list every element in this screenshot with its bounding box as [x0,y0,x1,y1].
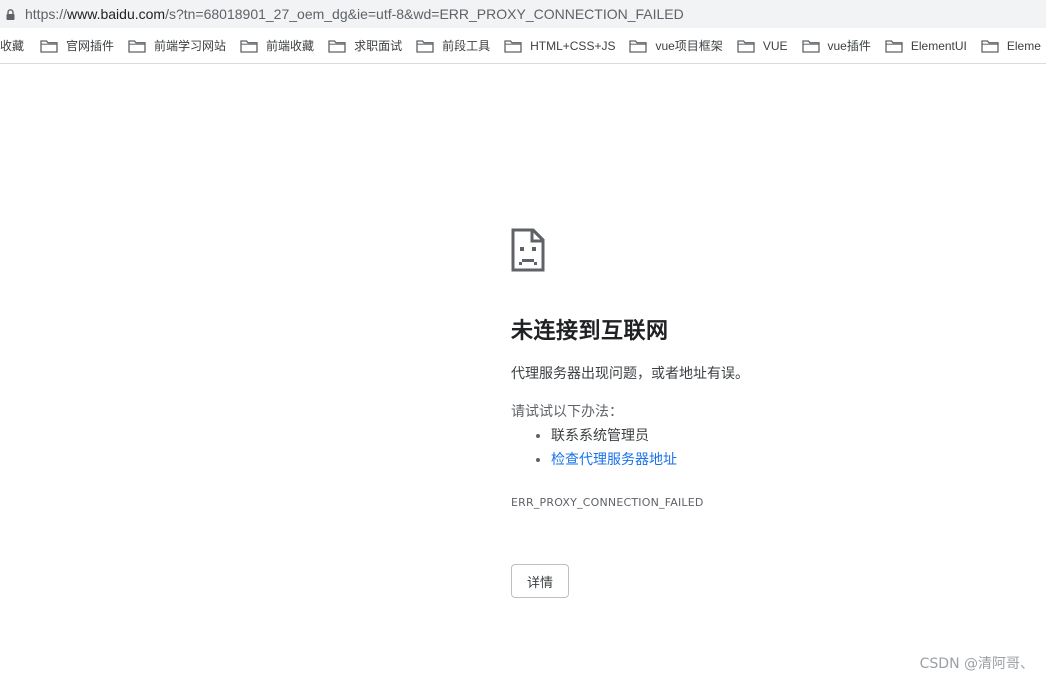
folder-icon [128,39,146,53]
url-text[interactable]: https://www.baidu.com/s?tn=68018901_27_o… [25,6,684,22]
folder-icon [629,39,648,53]
details-button[interactable]: 详情 [511,564,569,598]
lock-icon[interactable] [3,0,17,28]
bookmark-label: 收藏 [0,39,25,53]
address-bar[interactable]: https://www.baidu.com/s?tn=68018901_27_o… [0,0,1046,28]
bookmark-label: 前段工具 [442,39,491,53]
folder-icon [737,39,755,53]
csdn-watermark: CSDN @清阿哥、 [919,656,1034,672]
bookmark-folder[interactable]: vue插件 [796,33,879,59]
url-scheme: https:// [25,6,68,22]
url-path: /s?tn=68018901_27_oem_dg&ie=utf-8&wd=ERR… [165,6,684,22]
bookmark-folder[interactable]: VUE [731,33,796,59]
bookmark-label: 官网插件 [66,39,115,53]
bookmark-folder[interactable]: 前段工具 [410,33,498,59]
folder-icon [885,39,903,53]
bookmark-label: ElementUI [910,38,967,53]
bookmark-folder[interactable]: Eleme [975,33,1046,59]
bookmarks-bar: 收藏 官网插件 前端学习网站 前端收藏 求职面试 前段工具 HTML+CSS+J… [0,28,1046,64]
bookmark-folder[interactable]: 前端收藏 [234,33,322,59]
folder-icon [240,39,258,53]
bookmark-label: HTML+CSS+JS [530,38,616,53]
bookmark-folder[interactable]: 求职面试 [322,33,410,59]
bookmark-folder[interactable]: 前端学习网站 [122,33,234,59]
bookmark-label: 前端收藏 [266,39,315,53]
bookmark-label: VUE [762,38,788,53]
check-proxy-link[interactable]: 检查代理服务器地址 [551,452,677,468]
folder-icon [504,39,522,53]
error-description: 代理服务器出现问题，或者地址有误。 [511,366,749,382]
bookmark-folder[interactable]: 官网插件 [34,33,122,59]
folder-icon [40,39,58,53]
error-title: 未连接到互联网 [511,319,669,344]
folder-icon [801,39,820,53]
bookmark-favorites[interactable]: 收藏 [0,33,34,59]
browser-window: https://www.baidu.com/s?tn=68018901_27_o… [0,0,1046,681]
folder-icon [981,39,999,53]
bookmark-folder[interactable]: HTML+CSS+JS [498,33,623,59]
bookmark-label: 前端学习网站 [154,39,227,53]
suggestion-contact-admin: 联系系统管理员 [551,424,991,448]
error-code: ERR_PROXY_CONNECTION_FAILED [511,496,704,509]
bookmark-label: Eleme [1006,38,1041,53]
folder-icon [416,39,434,53]
bookmark-folder[interactable]: ElementUI [879,33,975,59]
bookmark-label: 求职面试 [354,39,403,53]
error-content: 未连接到互联网 代理服务器出现问题，或者地址有误。 请试试以下办法： 联系系统管… [511,228,991,598]
bookmark-folder[interactable]: vue项目框架 [623,33,730,59]
sad-page-icon [511,228,545,272]
bookmark-label: vue项目框架 [655,39,723,53]
suggestion-check-proxy: 检查代理服务器地址 [551,448,991,472]
suggestions-list: 联系系统管理员 检查代理服务器地址 [511,424,991,472]
bookmark-label: vue插件 [827,39,871,53]
suggestions-heading: 请试试以下办法： [511,404,623,420]
folder-icon [328,39,346,53]
url-host: www.baidu.com [67,6,166,22]
